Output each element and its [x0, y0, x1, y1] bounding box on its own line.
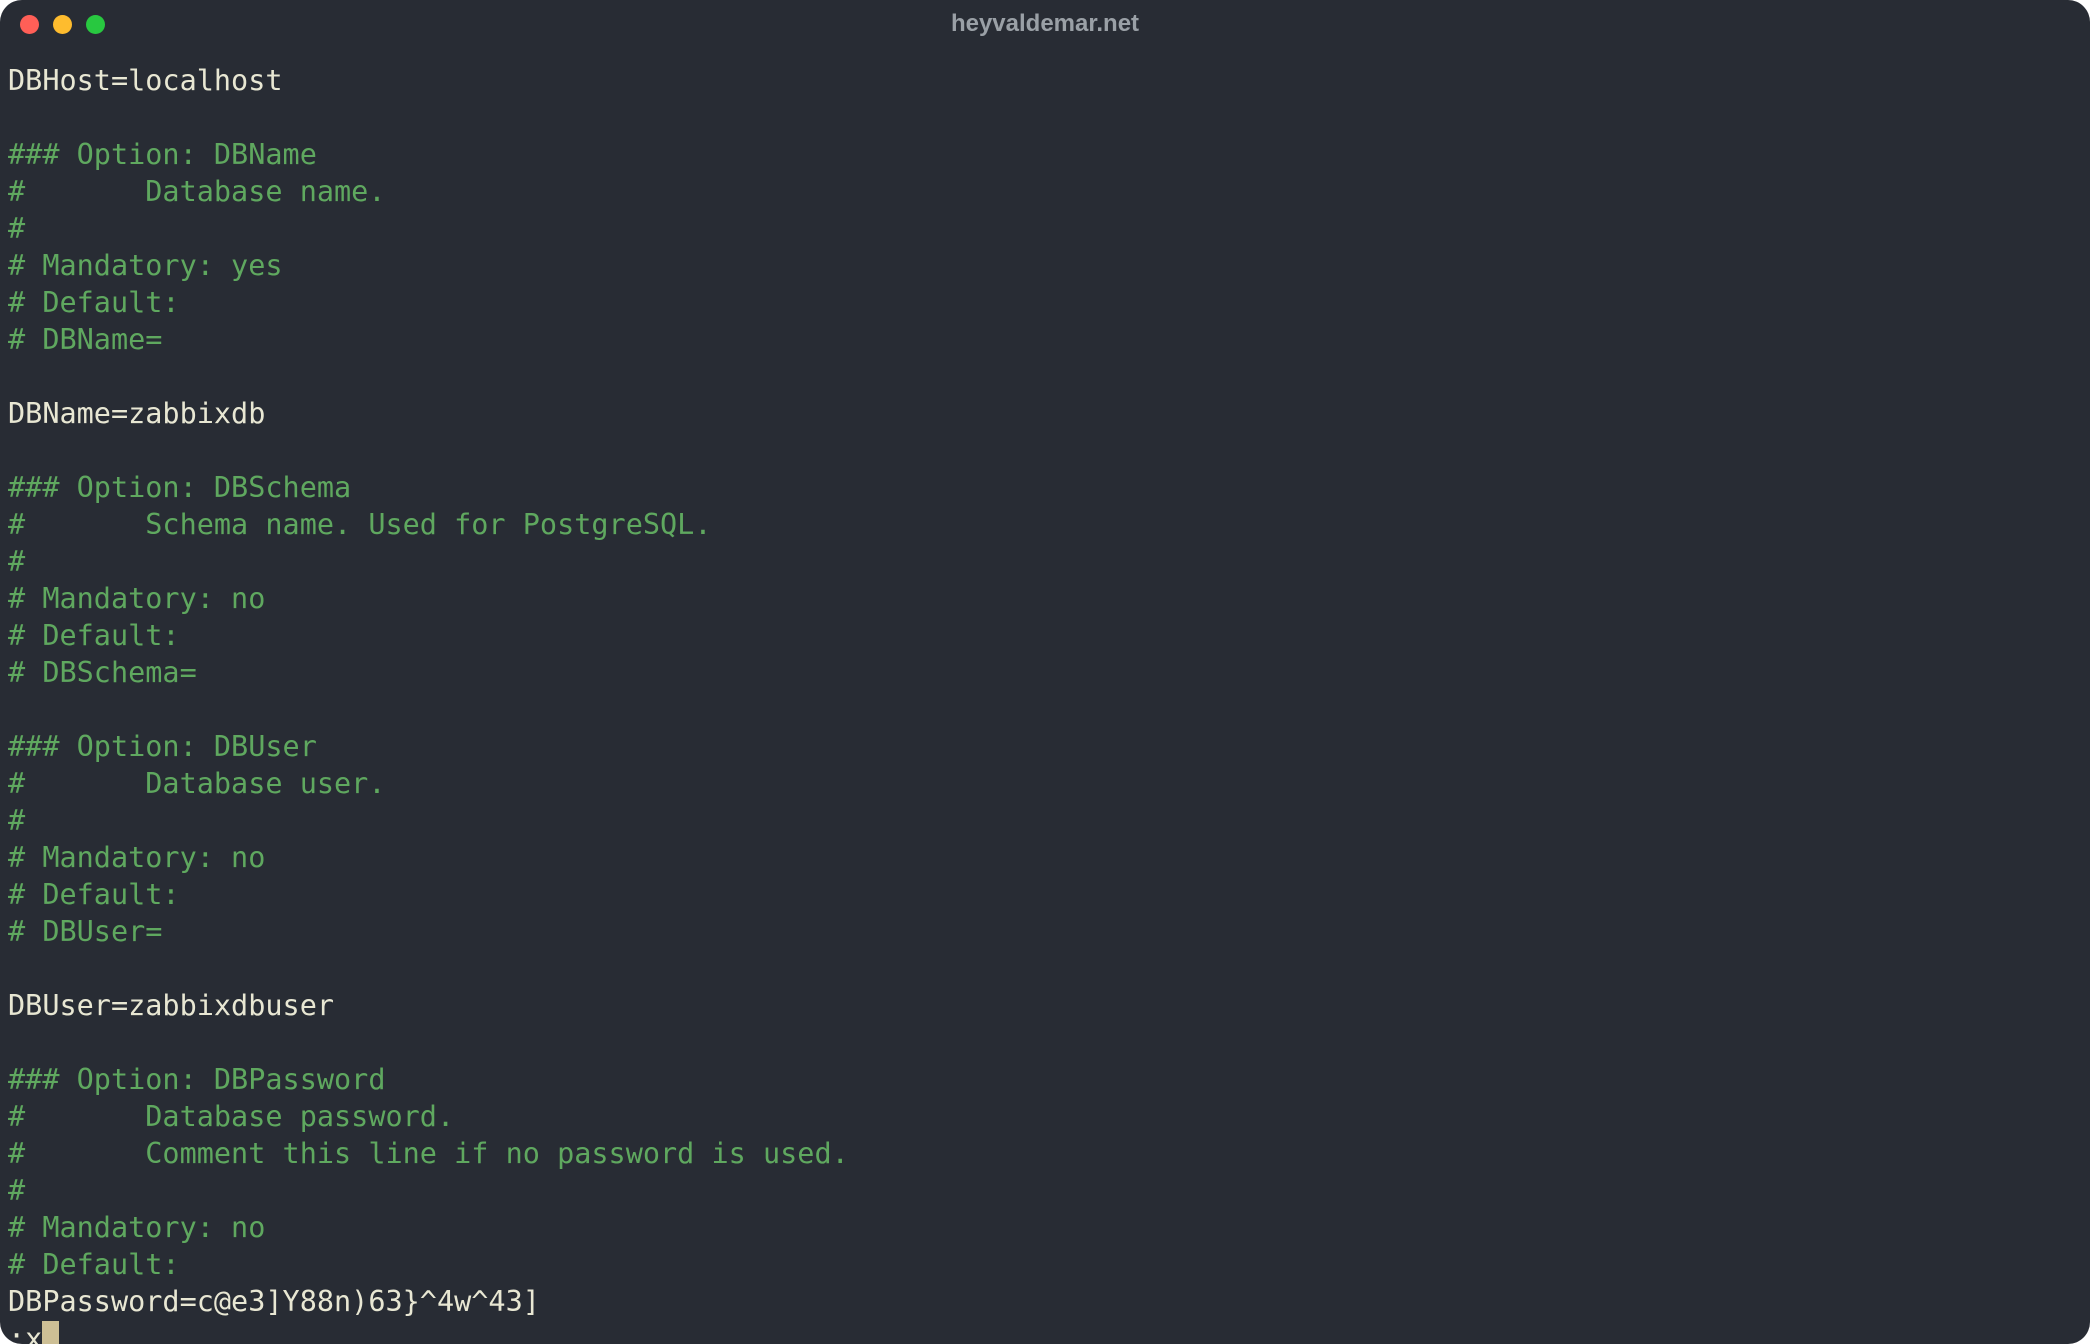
- terminal-window: heyvaldemar.net DBHost=localhost ### Opt…: [0, 0, 2090, 1344]
- vim-command-line[interactable]: :x: [8, 1320, 2082, 1344]
- comment-mandatory-yes: # Mandatory: yes: [8, 247, 2082, 284]
- comment-option-dbuser: ### Option: DBUser: [8, 728, 2082, 765]
- comment-dbname-desc: # Database name.: [8, 173, 2082, 210]
- config-line-dbpassword: DBPassword=c@e3]Y88n)63}^4w^43]: [8, 1283, 2082, 1320]
- comment-mandatory-no: # Mandatory: no: [8, 580, 2082, 617]
- comment-option-dbname: ### Option: DBName: [8, 136, 2082, 173]
- minimize-window-button[interactable]: [53, 15, 72, 34]
- terminal-body[interactable]: DBHost=localhost ### Option: DBName # Da…: [0, 48, 2090, 1344]
- comment-empty: #: [8, 802, 2082, 839]
- comment-dbschema-eq: # DBSchema=: [8, 654, 2082, 691]
- comment-dbuser-eq: # DBUser=: [8, 913, 2082, 950]
- blank-line: [8, 358, 2082, 395]
- config-line-dbuser: DBUser=zabbixdbuser: [8, 987, 2082, 1024]
- comment-default: # Default:: [8, 617, 2082, 654]
- blank-line: [8, 99, 2082, 136]
- comment-mandatory-no: # Mandatory: no: [8, 839, 2082, 876]
- comment-dbuser-desc: # Database user.: [8, 765, 2082, 802]
- comment-dbpassword-desc2: # Comment this line if no password is us…: [8, 1135, 2082, 1172]
- blank-line: [8, 1024, 2082, 1061]
- cursor-block-icon: [42, 1321, 59, 1344]
- window-title: heyvaldemar.net: [0, 10, 2090, 38]
- vim-command-text: :x: [8, 1322, 42, 1344]
- blank-line: [8, 432, 2082, 469]
- comment-option-dbpassword: ### Option: DBPassword: [8, 1061, 2082, 1098]
- close-window-button[interactable]: [20, 15, 39, 34]
- blank-line: [8, 950, 2082, 987]
- comment-mandatory-no: # Mandatory: no: [8, 1209, 2082, 1246]
- comment-default: # Default:: [8, 876, 2082, 913]
- maximize-window-button[interactable]: [86, 15, 105, 34]
- blank-line: [8, 691, 2082, 728]
- comment-default: # Default:: [8, 284, 2082, 321]
- comment-empty: #: [8, 1172, 2082, 1209]
- config-line-dbname: DBName=zabbixdb: [8, 395, 2082, 432]
- comment-dbname-eq: # DBName=: [8, 321, 2082, 358]
- comment-empty: #: [8, 543, 2082, 580]
- comment-dbschema-desc: # Schema name. Used for PostgreSQL.: [8, 506, 2082, 543]
- comment-empty: #: [8, 210, 2082, 247]
- window-titlebar: heyvaldemar.net: [0, 0, 2090, 48]
- config-line-dbhost: DBHost=localhost: [8, 62, 2082, 99]
- comment-default: # Default:: [8, 1246, 2082, 1283]
- comment-dbpassword-desc: # Database password.: [8, 1098, 2082, 1135]
- comment-option-dbschema: ### Option: DBSchema: [8, 469, 2082, 506]
- traffic-lights: [20, 15, 105, 34]
